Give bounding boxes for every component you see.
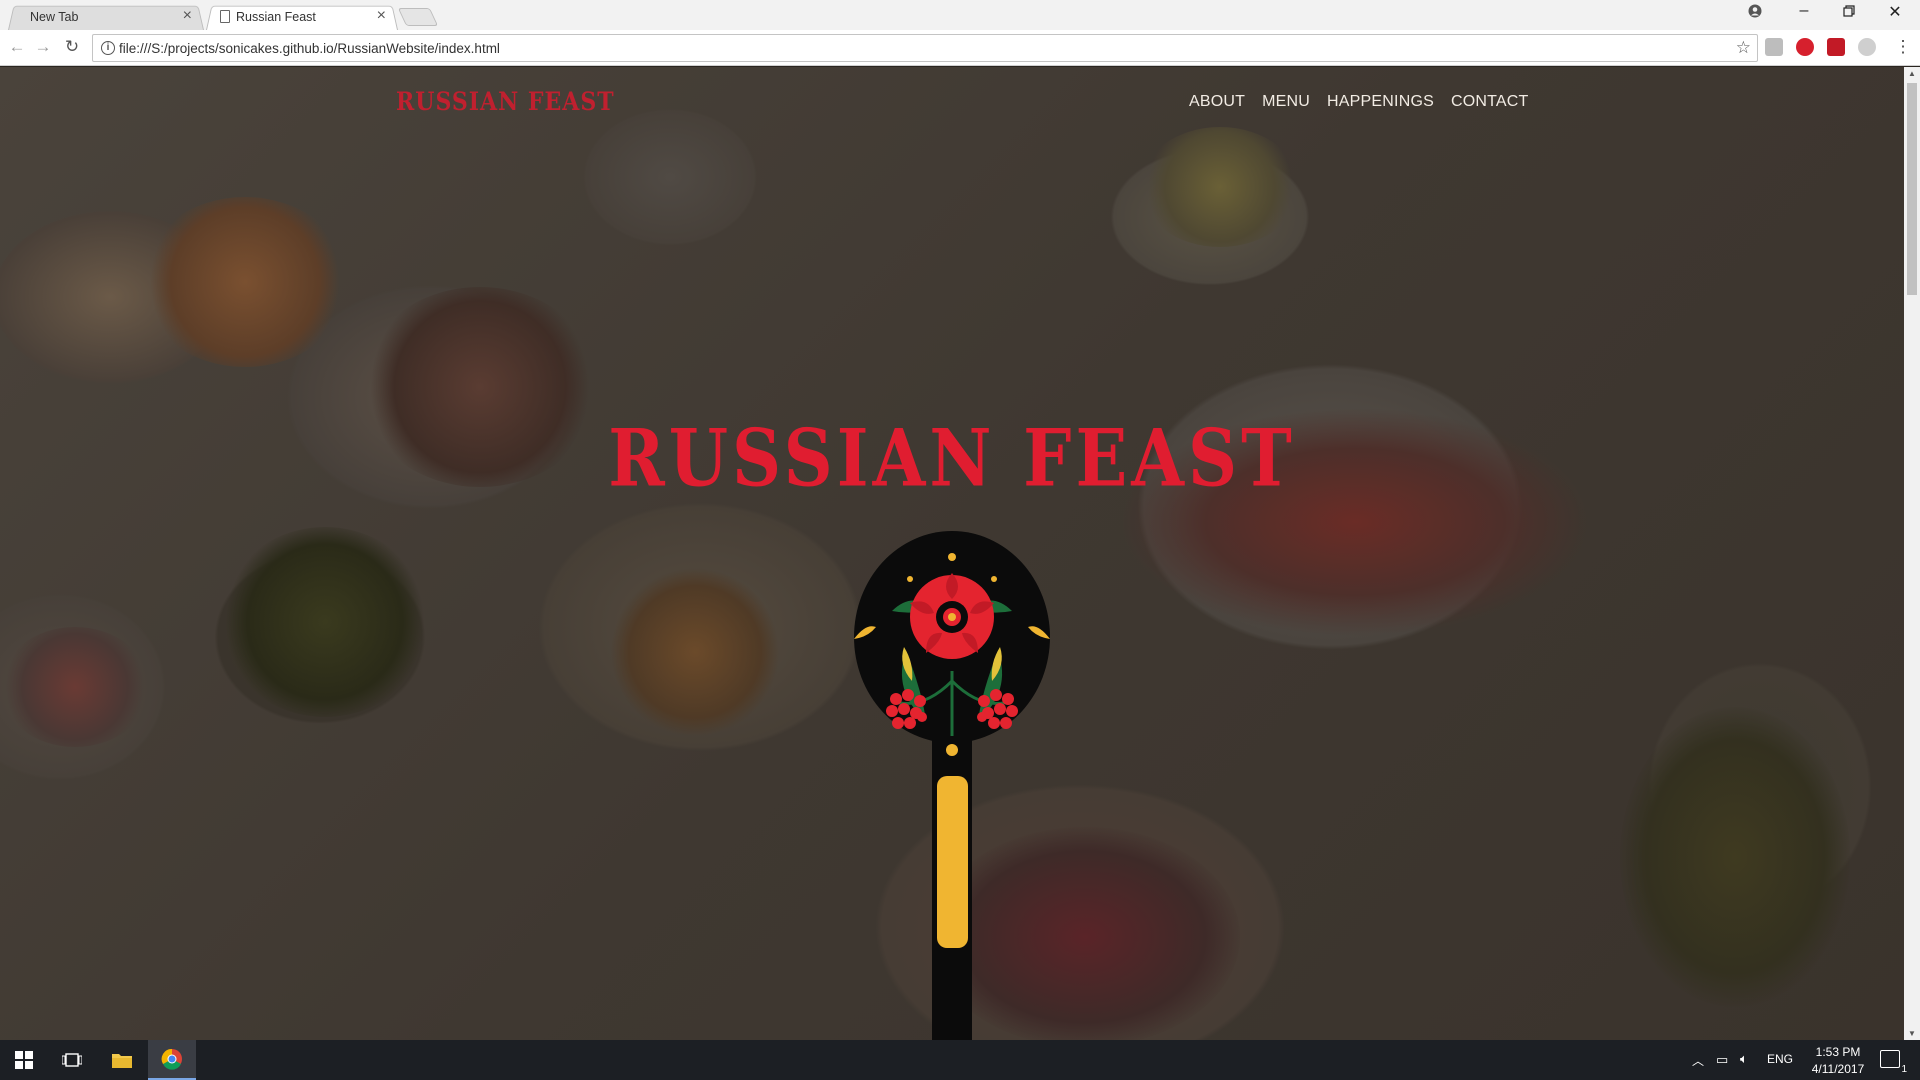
clock[interactable]: 1:53 PM 4/11/2017 (1808, 1044, 1868, 1078)
tray-chevron-icon[interactable]: ︿ (1692, 1052, 1704, 1069)
info-icon[interactable]: i (101, 41, 115, 55)
food-plate (1140, 127, 1300, 247)
food-plate (140, 197, 350, 367)
task-view-icon[interactable] (48, 1040, 96, 1080)
site-logo[interactable]: RUSSIAN FEAST (396, 87, 615, 117)
nav-about[interactable]: ABOUT (1189, 93, 1245, 111)
tab-new-tab[interactable]: New Tab × (8, 4, 204, 31)
page-viewport: RUSSIAN FEAST ABOUT MENU HAPPENINGS CONT… (0, 67, 1904, 1040)
hero-title: RUSSIAN FEAST (608, 413, 1296, 505)
windows-taskbar: ︿ ▭ 🔈︎ ENG 1:53 PM 4/11/2017 1 (0, 1040, 1920, 1080)
nav-contact[interactable]: CONTACT (1451, 93, 1529, 111)
action-center-icon[interactable]: 1 (1880, 1050, 1907, 1075)
grey-extension-icon[interactable] (1858, 38, 1876, 56)
address-bar[interactable]: i file:///S:/projects/sonicakes.github.i… (92, 34, 1758, 62)
volume-icon[interactable]: 🔈︎ (1740, 1051, 1748, 1067)
tab-close-icon[interactable]: × (183, 7, 192, 25)
food-plate (0, 627, 150, 747)
tab-title: New Tab (30, 10, 79, 24)
extension-icon[interactable] (1765, 38, 1783, 56)
olives-bowl (220, 527, 430, 717)
scrollbar-thumb[interactable] (1907, 83, 1917, 295)
page-scrollbar[interactable]: ▲ ▼ (1904, 67, 1920, 1040)
page-favicon-icon (220, 10, 230, 23)
nav-happenings[interactable]: HAPPENINGS (1327, 93, 1434, 111)
network-icon[interactable]: ▭ (1716, 1052, 1728, 1068)
food-plate (610, 567, 780, 737)
nav-menu[interactable]: MENU (1262, 93, 1310, 111)
red-extension-icon[interactable] (1827, 38, 1845, 56)
scroll-up-icon[interactable]: ▲ (1908, 69, 1916, 78)
browser-toolbar: ← → ↻ i file:///S:/projects/sonicakes.gi… (0, 30, 1920, 66)
profile-icon[interactable] (1740, 4, 1770, 23)
site-nav: ABOUT MENU HAPPENINGS CONTACT (1189, 93, 1529, 111)
opera-extension-icon[interactable] (1796, 38, 1814, 56)
windows-start-icon[interactable] (0, 1040, 48, 1080)
language-indicator[interactable]: ENG (1767, 1052, 1793, 1066)
tab-title: Russian Feast (236, 10, 316, 24)
clock-time: 1:53 PM (1815, 1045, 1861, 1059)
menu-icon[interactable]: ⋮ (1893, 37, 1913, 57)
forward-icon[interactable]: → (33, 37, 53, 57)
bookmark-star-icon[interactable]: ☆ (1736, 38, 1751, 58)
notification-count: 1 (1901, 1064, 1907, 1075)
close-window-icon[interactable]: ✕ (1880, 2, 1910, 22)
new-tab-button[interactable] (397, 8, 439, 26)
khokhloma-spoon-illustration (854, 531, 1050, 1040)
restore-icon[interactable] (1834, 4, 1864, 22)
scroll-down-icon[interactable]: ▼ (1908, 1029, 1916, 1038)
file-explorer-icon[interactable] (98, 1040, 146, 1080)
back-icon[interactable]: ← (7, 37, 27, 57)
tab-close-icon[interactable]: × (377, 7, 386, 25)
chrome-taskbar-icon[interactable] (148, 1040, 196, 1080)
reload-icon[interactable]: ↻ (62, 37, 82, 57)
tab-strip: New Tab × Russian Feast × – ✕ (0, 0, 1920, 31)
food-plate (1620, 707, 1850, 1007)
url-text[interactable]: file:///S:/projects/sonicakes.github.io/… (119, 41, 500, 56)
minimize-icon[interactable]: – (1789, 2, 1819, 20)
clock-date: 4/11/2017 (1811, 1062, 1865, 1076)
tab-russian-feast[interactable]: Russian Feast × (206, 4, 398, 31)
